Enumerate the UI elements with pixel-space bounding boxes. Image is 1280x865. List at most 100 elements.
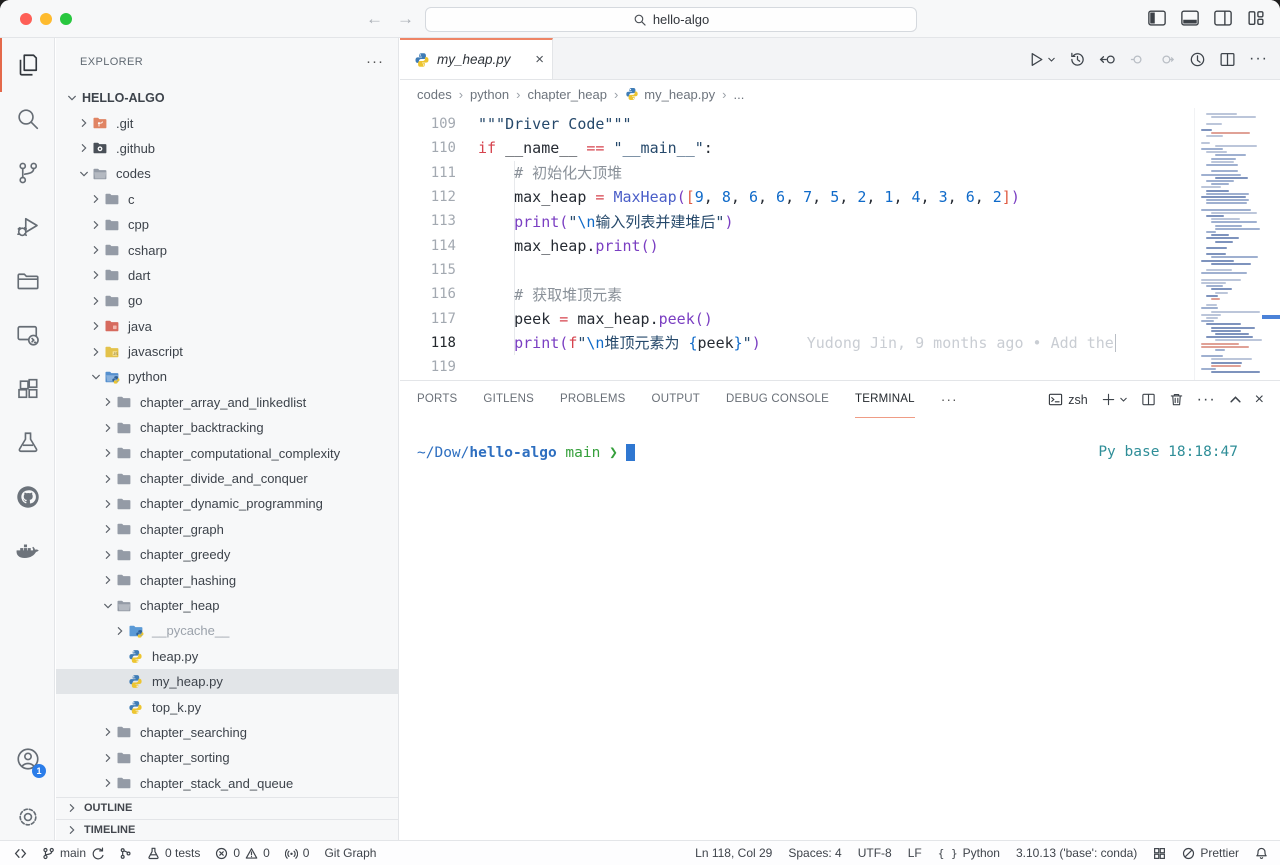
run-debug-icon[interactable] (0, 200, 54, 254)
status-git-graph-icon-item[interactable] (119, 847, 132, 860)
folder-view-icon[interactable] (0, 254, 54, 308)
breadcrumb-item[interactable]: python (470, 87, 509, 102)
chevron-right-icon[interactable] (100, 775, 116, 791)
code-line-118[interactable]: 118 print(f"\n堆顶元素为 {peek}")Yudong Jin, … (400, 331, 1194, 355)
status-encoding[interactable]: UTF-8 (858, 846, 892, 860)
status-problems[interactable]: 00 (215, 846, 269, 860)
chevron-right-icon[interactable] (76, 140, 92, 156)
close-panel-icon[interactable]: × (1255, 391, 1264, 409)
kill-terminal-trash-icon[interactable] (1169, 392, 1184, 407)
panel-tab-terminal[interactable]: TERMINAL (855, 381, 915, 418)
gitlens-graph-icon[interactable] (1189, 51, 1206, 68)
chevron-right-icon[interactable] (100, 496, 116, 512)
tree-item-hello-algo[interactable]: HELLO-ALGO (56, 85, 398, 110)
panel-more-actions-icon[interactable]: ··· (1197, 391, 1216, 409)
chevron-right-icon[interactable] (88, 217, 104, 233)
split-editor-icon[interactable] (1219, 51, 1236, 68)
panel-tab-debug-console[interactable]: DEBUG CONSOLE (726, 381, 829, 418)
terminal[interactable]: ~/Dow/hello-algo main ❯ Py base 18:18:47 (400, 418, 1280, 461)
explorer-icon[interactable] (0, 38, 54, 92)
chevron-right-icon[interactable] (88, 267, 104, 283)
tree-item-chapter-dynamic-programming[interactable]: chapter_dynamic_programming (56, 491, 398, 516)
status-git-graph[interactable]: Git Graph (324, 846, 376, 860)
code-line-110[interactable]: 110if __name__ == "__main__": (400, 136, 1194, 160)
tree-item--github[interactable]: .github (56, 136, 398, 161)
chevron-down-icon[interactable] (76, 166, 92, 182)
chevron-right-icon[interactable] (76, 115, 92, 131)
settings-gear-icon[interactable] (0, 794, 54, 840)
chevron-down-icon[interactable] (100, 598, 116, 614)
tree-item-chapter-backtracking[interactable]: chapter_backtracking (56, 415, 398, 440)
toggle-panel-icon[interactable] (1180, 8, 1200, 28)
tree-item-chapter-stack-and-queue[interactable]: chapter_stack_and_queue (56, 771, 398, 796)
chevron-down-icon[interactable] (64, 90, 80, 106)
tree-item-chapter-hashing[interactable]: chapter_hashing (56, 567, 398, 592)
status-notifications[interactable] (1255, 847, 1268, 860)
code-line-109[interactable]: 109"""Driver Code""" (400, 112, 1194, 136)
chevron-right-icon[interactable] (100, 521, 116, 537)
next-change-icon[interactable] (1159, 51, 1176, 68)
chevron-down-icon[interactable] (88, 369, 104, 385)
breadcrumb-item[interactable]: chapter_heap (527, 87, 607, 102)
chevron-right-icon[interactable] (100, 750, 116, 766)
chevron-right-icon[interactable] (100, 420, 116, 436)
search-view-icon[interactable] (0, 92, 54, 146)
breadcrumb-item[interactable]: my_heap.py (625, 87, 715, 102)
terminal-shell-item[interactable]: zsh (1048, 392, 1087, 407)
tree-item--pycache-[interactable]: __pycache__ (56, 618, 398, 643)
chevron-right-icon[interactable] (100, 471, 116, 487)
toggle-primary-sidebar-icon[interactable] (1147, 8, 1167, 28)
tree-item-chapter-sorting[interactable]: chapter_sorting (56, 745, 398, 770)
tree-item-python[interactable]: python (56, 364, 398, 389)
tree-item-heap-py[interactable]: heap.py (56, 644, 398, 669)
editor-more-actions-icon[interactable]: ··· (1249, 50, 1268, 68)
extensions-icon[interactable] (0, 362, 54, 416)
code-line-117[interactable]: 117 peek = max_heap.peek() (400, 306, 1194, 330)
remote-explorer-icon[interactable] (0, 308, 54, 362)
sidebar-section-outline[interactable]: OUTLINE (56, 797, 398, 819)
tree-item-javascript[interactable]: JSjavascript (56, 339, 398, 364)
tree-item-chapter-array-and-linkedlist[interactable]: chapter_array_and_linkedlist (56, 390, 398, 415)
tree-item-chapter-graph[interactable]: chapter_graph (56, 517, 398, 542)
chevron-right-icon[interactable] (100, 572, 116, 588)
breadcrumb-item[interactable]: codes (417, 87, 452, 102)
previous-change-icon[interactable] (1129, 51, 1146, 68)
status-indentation[interactable]: Spaces: 4 (788, 846, 841, 860)
code-line-119[interactable]: 119 (400, 355, 1194, 379)
chevron-right-icon[interactable] (100, 445, 116, 461)
customize-layout-icon[interactable] (1246, 8, 1266, 28)
panel-tab-gitlens[interactable]: GITLENS (483, 381, 534, 418)
sidebar-section-timeline[interactable]: TIMELINE (56, 819, 398, 841)
open-changes-icon[interactable] (1099, 51, 1116, 68)
tree-item-cpp[interactable]: cpp (56, 212, 398, 237)
status-broadcast-count[interactable]: 0 (285, 846, 310, 860)
run-python-file-icon[interactable] (1028, 51, 1056, 68)
chevron-right-icon[interactable] (100, 394, 116, 410)
tree-item-java[interactable]: java (56, 314, 398, 339)
status-python-interpreter[interactable]: 3.10.13 ('base': conda) (1016, 846, 1137, 860)
github-icon[interactable] (0, 470, 54, 524)
status-tests[interactable]: 0 tests (147, 846, 200, 860)
breadcrumb-item[interactable]: ... (733, 87, 744, 102)
new-terminal-icon[interactable] (1101, 392, 1128, 407)
close-window-button[interactable] (20, 13, 32, 25)
code-line-114[interactable]: 114 max_heap.print() (400, 233, 1194, 257)
status-ports-grid[interactable] (1153, 847, 1166, 860)
tree-item-csharp[interactable]: csharp (56, 237, 398, 262)
status-prettier[interactable]: Prettier (1182, 846, 1239, 860)
command-center-search[interactable]: hello-algo (425, 7, 917, 32)
minimap[interactable] (1194, 108, 1280, 380)
code-line-113[interactable]: 113 print("\n输入列表并建堆后") (400, 209, 1194, 233)
panel-tabs-more-icon[interactable]: ··· (941, 381, 958, 418)
navigate-back-icon[interactable]: ← (366, 9, 383, 29)
explorer-more-actions-icon[interactable]: ··· (366, 53, 384, 70)
toggle-secondary-sidebar-icon[interactable] (1213, 8, 1233, 28)
status-language-mode[interactable]: { }Python (938, 846, 1000, 860)
minimize-window-button[interactable] (40, 13, 52, 25)
chevron-right-icon[interactable] (100, 547, 116, 563)
status-branch-main[interactable]: main (42, 846, 104, 860)
tab-my-heap[interactable]: my_heap.py × (400, 38, 553, 79)
zoom-window-button[interactable] (60, 13, 72, 25)
chevron-right-icon[interactable] (88, 293, 104, 309)
timeline-history-icon[interactable] (1069, 51, 1086, 68)
